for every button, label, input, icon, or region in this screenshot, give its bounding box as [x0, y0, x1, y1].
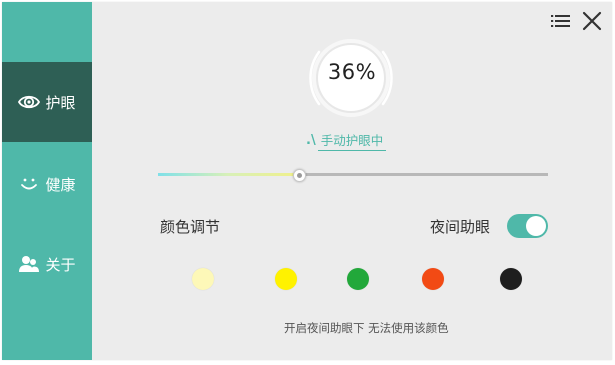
- color-swatch-orange-red[interactable]: [422, 268, 444, 290]
- color-swatch-green[interactable]: [347, 268, 369, 290]
- mode-status-text: 手动护眼中: [317, 130, 387, 151]
- close-icon: [581, 11, 603, 36]
- toggle-knob: [526, 216, 546, 236]
- level-percent: 36%: [327, 60, 377, 84]
- close-button[interactable]: [581, 10, 603, 32]
- app-window: 护眼 健康 关于 36% .\ 手动护眼中 颜色调节 夜间助眼 开启夜间助眼下 …: [2, 2, 612, 360]
- sidebar-item-label: 护眼: [45, 93, 76, 112]
- night-mode-label: 夜间助眼: [430, 218, 491, 236]
- color-swatch-yellow[interactable]: [275, 268, 297, 290]
- slider-fill: [158, 173, 298, 176]
- smile-icon: [18, 173, 40, 195]
- night-mode-note: 开启夜间助眼下 无法使用该颜色: [284, 321, 449, 335]
- color-swatch-pale-yellow[interactable]: [192, 268, 214, 290]
- menu-button[interactable]: [550, 10, 572, 32]
- night-mode-toggle[interactable]: [507, 214, 548, 238]
- slider-thumb[interactable]: [293, 169, 306, 182]
- color-swatch-black[interactable]: [500, 268, 522, 290]
- sidebar-item-eye-care[interactable]: 护眼: [2, 62, 92, 142]
- sidebar-item-about[interactable]: 关于: [2, 224, 92, 304]
- sidebar: 护眼 健康 关于: [2, 2, 92, 360]
- manual-mode-icon: .\: [306, 133, 316, 148]
- color-section-label: 颜色调节: [160, 218, 221, 236]
- sidebar-item-health[interactable]: 健康: [2, 144, 92, 224]
- sidebar-item-label: 健康: [45, 175, 76, 194]
- brightness-slider[interactable]: [158, 167, 548, 183]
- sidebar-item-label: 关于: [45, 255, 76, 274]
- users-icon: [18, 253, 40, 275]
- eye-icon: [18, 91, 41, 113]
- menu-icon: [550, 15, 572, 36]
- mode-status-link[interactable]: .\ 手动护眼中: [306, 130, 387, 151]
